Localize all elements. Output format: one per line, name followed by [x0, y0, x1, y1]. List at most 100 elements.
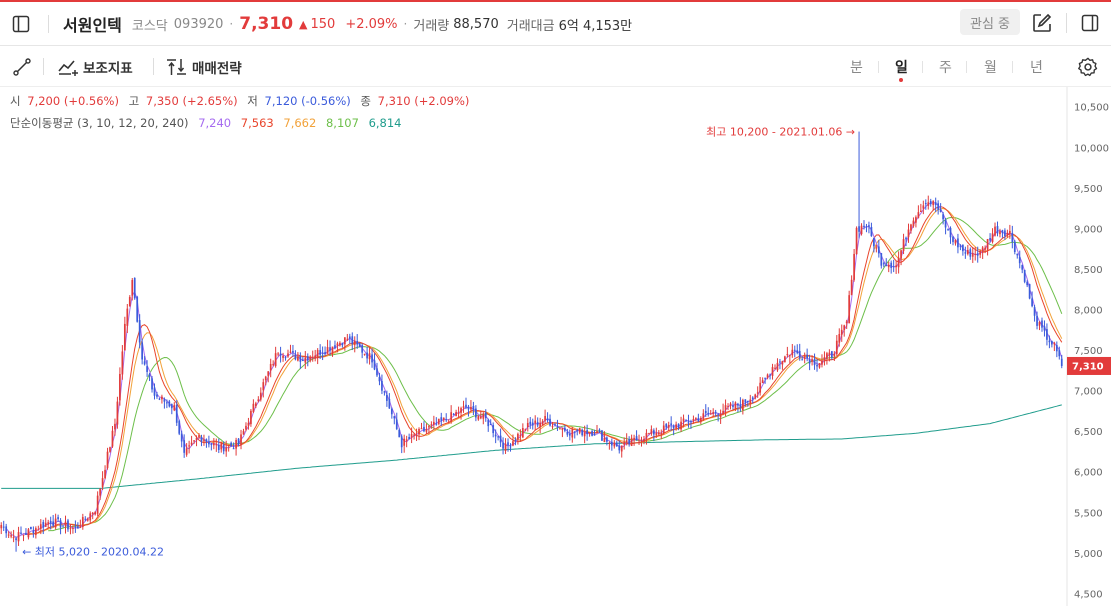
candle	[408, 433, 410, 440]
favorite-button[interactable]: 관심 중	[959, 9, 1020, 35]
candle	[986, 238, 989, 256]
candle	[561, 427, 564, 438]
low-annotation: ← 최저 5,020 - 2020.04.22	[22, 546, 164, 559]
candle	[610, 438, 613, 451]
candle	[818, 363, 821, 369]
candle	[366, 347, 368, 364]
candle	[190, 435, 193, 446]
candle	[536, 417, 539, 428]
candle	[475, 405, 477, 422]
period-week[interactable]: 주	[939, 46, 952, 87]
candle	[499, 428, 502, 447]
candle	[111, 425, 114, 448]
stock-name[interactable]: 서원인텍	[63, 12, 122, 36]
candle	[934, 197, 937, 213]
line-tool-icon	[13, 57, 31, 76]
candle	[284, 356, 287, 361]
edit-icon[interactable]	[1029, 10, 1055, 36]
candle	[151, 376, 153, 393]
candle	[709, 409, 712, 415]
candle	[531, 418, 534, 430]
candle	[215, 438, 218, 452]
candle	[1013, 239, 1016, 255]
candle	[877, 240, 880, 258]
ma240-line	[1, 404, 1062, 489]
candle	[472, 401, 475, 416]
candle	[591, 429, 593, 437]
candle	[217, 438, 220, 454]
candle	[208, 435, 210, 448]
period-divider	[1012, 61, 1013, 73]
candle	[717, 413, 720, 422]
candle	[381, 374, 383, 395]
period-day[interactable]: 일	[895, 46, 908, 87]
candle	[250, 409, 252, 427]
candle	[848, 290, 851, 324]
period-minute[interactable]: 분	[850, 46, 863, 87]
candle	[937, 200, 940, 215]
candle	[1028, 283, 1031, 300]
strategy-label: 매매전략	[192, 60, 242, 77]
candle	[707, 407, 710, 417]
candle	[5, 523, 8, 538]
candle	[808, 354, 811, 371]
candle	[549, 414, 551, 427]
candle	[403, 434, 406, 453]
candle	[816, 359, 818, 372]
candle	[897, 251, 900, 274]
last-price-label: 7,310	[1072, 361, 1104, 372]
candle	[991, 228, 994, 244]
candles	[0, 131, 1063, 552]
candle	[69, 524, 72, 535]
strategy-button[interactable]: 매매전략	[166, 46, 242, 87]
candle	[420, 422, 423, 430]
candlestick-chart[interactable]: 4,500 5,000 5,500 6,000 6,500 7,000 7,500 8,000…	[0, 87, 1111, 606]
candle	[15, 536, 17, 552]
candle	[423, 421, 425, 433]
candle	[37, 525, 40, 531]
candle	[240, 429, 242, 450]
candle	[969, 247, 972, 260]
candle	[578, 427, 581, 435]
candle	[596, 425, 598, 433]
candle	[964, 246, 967, 259]
period-year[interactable]: 년	[1030, 46, 1043, 87]
candle	[376, 362, 378, 377]
panel-toggle-icon[interactable]	[1077, 10, 1103, 36]
chart-settings-button[interactable]	[1077, 46, 1099, 87]
candle	[89, 511, 92, 524]
candle	[188, 440, 190, 454]
candle	[47, 519, 50, 529]
candle	[395, 412, 398, 431]
candle	[502, 437, 504, 455]
y-tick-label: 10,500	[1074, 103, 1109, 114]
candle	[133, 277, 136, 300]
candle	[821, 354, 823, 368]
candle	[30, 526, 32, 530]
candle	[776, 358, 779, 372]
candle	[25, 528, 27, 536]
candle	[559, 427, 561, 430]
period-month[interactable]: 월	[984, 46, 997, 87]
candle	[242, 428, 245, 435]
candle	[126, 303, 129, 334]
candle	[957, 233, 959, 254]
candle	[759, 376, 762, 396]
candle	[900, 249, 902, 266]
candle	[830, 350, 833, 360]
candle	[699, 416, 702, 425]
candle	[170, 403, 173, 415]
candle	[212, 438, 215, 450]
draw-line-tool[interactable]	[12, 46, 32, 87]
candle	[173, 402, 176, 412]
candle	[368, 346, 371, 365]
indicator-button[interactable]: 보조지표	[57, 46, 133, 87]
candle	[326, 339, 329, 354]
sidebar-toggle-icon[interactable]	[8, 11, 34, 37]
candle	[521, 423, 524, 439]
candle	[962, 244, 964, 256]
candle	[390, 407, 393, 419]
candle	[306, 353, 309, 367]
candle	[20, 526, 22, 535]
candle	[653, 428, 655, 442]
